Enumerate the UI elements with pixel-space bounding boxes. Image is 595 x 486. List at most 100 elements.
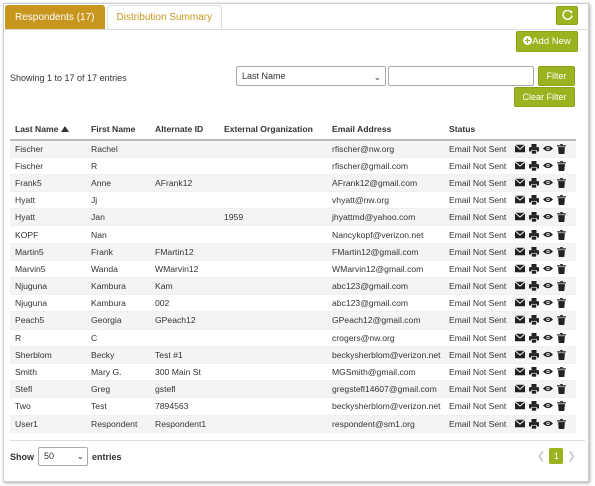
send-email-icon[interactable]: [515, 315, 525, 325]
table-row[interactable]: Hyatt Jan 1959 jhyattmd@yahoo.com Email Not …: [10, 208, 576, 227]
send-email-icon[interactable]: [515, 178, 525, 188]
delete-icon[interactable]: [557, 212, 567, 223]
delete-icon[interactable]: [557, 367, 567, 378]
table-row[interactable]: Hyatt Jj vhyatt@nw.org Email Not Sent: [10, 191, 576, 210]
print-icon[interactable]: [529, 246, 539, 257]
print-icon[interactable]: [529, 315, 539, 326]
print-icon[interactable]: [529, 212, 539, 223]
view-icon[interactable]: [543, 281, 553, 291]
print-icon[interactable]: [529, 349, 539, 360]
table-row[interactable]: Stefl Greg gstefl gregstefl14607@gmail.com E…: [10, 380, 576, 399]
view-icon[interactable]: [543, 195, 553, 205]
column-header-external-organization[interactable]: External Organization: [219, 118, 327, 141]
print-icon[interactable]: [529, 143, 539, 154]
delete-icon[interactable]: [557, 160, 567, 171]
table-row[interactable]: Smith Mary G. 300 Main St MGSmith@gmail.com…: [10, 363, 576, 382]
view-icon[interactable]: [543, 230, 553, 240]
table-row[interactable]: Sherblom Becky Test #1 beckysherblom@verizo…: [10, 346, 576, 364]
refresh-button[interactable]: [556, 6, 578, 25]
tab-respondents[interactable]: Respondents (17): [5, 5, 105, 30]
print-icon[interactable]: [529, 160, 539, 171]
print-icon[interactable]: [529, 298, 539, 309]
next-page-icon[interactable]: ❯: [567, 451, 575, 462]
send-email-icon[interactable]: [515, 281, 525, 291]
send-email-icon[interactable]: [515, 384, 525, 394]
print-icon[interactable]: [529, 229, 539, 240]
print-icon[interactable]: [529, 384, 539, 395]
page-button-current[interactable]: 1: [549, 448, 564, 464]
send-email-icon[interactable]: [515, 264, 525, 274]
table-row[interactable]: User1 Respondent Respondent1 respondent@sm1…: [10, 415, 576, 433]
table-row[interactable]: Frank5 Anne AFrank12 AFrank12@gmail.com Emai…: [10, 174, 576, 193]
delete-icon[interactable]: [557, 418, 567, 429]
view-icon[interactable]: [543, 144, 553, 154]
send-email-icon[interactable]: [515, 247, 525, 257]
send-email-icon[interactable]: [515, 195, 525, 205]
table-row[interactable]: KOPF Nan Nancykopf@verizon.net Email Not Se…: [10, 225, 576, 244]
column-header-first-name[interactable]: First Name: [86, 118, 150, 141]
send-email-icon[interactable]: [515, 350, 525, 360]
table-row[interactable]: Njuguna Kambura 002 abc123@gmail.com Email N…: [10, 294, 576, 313]
view-icon[interactable]: [543, 367, 553, 377]
print-icon[interactable]: [529, 281, 539, 292]
filter-field-select[interactable]: Last Name ⌄: [236, 66, 386, 86]
send-email-icon[interactable]: [515, 418, 525, 429]
delete-icon[interactable]: [557, 195, 567, 206]
view-icon[interactable]: [543, 315, 553, 325]
send-email-icon[interactable]: [515, 298, 525, 308]
view-icon[interactable]: [543, 333, 553, 343]
view-icon[interactable]: [543, 350, 553, 360]
table-row[interactable]: Fischer Rrfischer@gmail.com Email Not Sent: [10, 157, 576, 175]
send-email-icon[interactable]: [515, 161, 525, 171]
send-email-icon[interactable]: [515, 212, 525, 222]
filter-button[interactable]: Filter: [538, 66, 575, 86]
page-size-select[interactable]: 50 ⌄: [38, 447, 88, 466]
send-email-icon[interactable]: [515, 401, 525, 411]
print-icon[interactable]: [529, 418, 539, 429]
print-icon[interactable]: [529, 263, 539, 274]
print-icon[interactable]: [529, 332, 539, 343]
table-row[interactable]: Njuguna Kambura Kam abc123@gmail.com Email N…: [10, 277, 576, 296]
table-row[interactable]: Fischer Rachel rfischer@nw.org Email Not Se…: [10, 140, 576, 158]
delete-icon[interactable]: [557, 177, 567, 188]
filter-search-input[interactable]: [388, 66, 534, 86]
view-icon[interactable]: [543, 161, 553, 171]
add-new-button[interactable]: Add New: [516, 31, 578, 52]
print-icon[interactable]: [529, 195, 539, 206]
table-row[interactable]: R Ccrogers@nw.org Email Not Sent: [10, 329, 576, 347]
print-icon[interactable]: [529, 401, 539, 412]
view-icon[interactable]: [543, 401, 553, 411]
delete-icon[interactable]: [557, 246, 567, 257]
send-email-icon[interactable]: [515, 333, 525, 343]
view-icon[interactable]: [543, 178, 553, 188]
column-header-email-address[interactable]: Email Address: [327, 118, 444, 141]
delete-icon[interactable]: [557, 332, 567, 343]
delete-icon[interactable]: [557, 315, 567, 326]
send-email-icon[interactable]: [515, 144, 525, 154]
delete-icon[interactable]: [557, 281, 567, 292]
view-icon[interactable]: [543, 247, 553, 257]
previous-page-icon[interactable]: ❮: [537, 451, 545, 462]
print-icon[interactable]: [529, 177, 539, 188]
send-email-icon[interactable]: [515, 367, 525, 377]
view-icon[interactable]: [543, 212, 553, 222]
column-header-alternate-id[interactable]: Alternate ID: [150, 118, 219, 141]
delete-icon[interactable]: [557, 401, 567, 412]
delete-icon[interactable]: [557, 229, 567, 240]
delete-icon[interactable]: [557, 384, 567, 395]
send-email-icon[interactable]: [515, 229, 525, 240]
view-icon[interactable]: [543, 298, 553, 308]
table-row[interactable]: Marvin5 Wanda WMarvin12 WMarvin12@gmail.com…: [10, 260, 576, 279]
delete-icon[interactable]: [557, 143, 567, 154]
column-header-last-name[interactable]: Last Name: [10, 118, 86, 141]
delete-icon[interactable]: [557, 349, 567, 360]
delete-icon[interactable]: [557, 298, 567, 309]
table-row[interactable]: Two Test 7894563 beckysherblom@verizon.net E…: [10, 397, 576, 416]
view-icon[interactable]: [543, 384, 553, 394]
column-header-status[interactable]: Status: [444, 118, 510, 141]
table-row[interactable]: Peach5 Georgia GPeach12 GPeach12@gmail.com E…: [10, 311, 576, 330]
delete-icon[interactable]: [557, 263, 567, 274]
tab-distribution-summary[interactable]: Distribution Summary: [106, 5, 223, 30]
table-row[interactable]: Martin5 Frank FMartin12 FMartin12@gmail.com…: [10, 243, 576, 261]
view-icon[interactable]: [543, 264, 553, 274]
